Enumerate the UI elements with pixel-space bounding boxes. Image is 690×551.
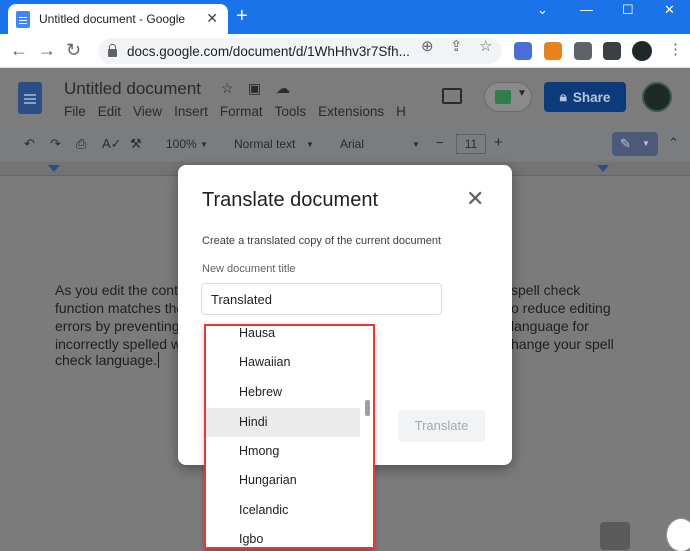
language-option-hebrew[interactable]: Hebrew [205,378,360,407]
cloud-status-icon[interactable]: ☁ [276,80,290,97]
chevron-up-icon[interactable]: ⌃ [668,135,679,151]
chevron-down-icon: ▼ [306,140,314,149]
chevron-down-icon: ▼ [642,139,650,148]
menu-bar: File Edit View Insert Format Tools Exten… [64,104,418,119]
menu-tools[interactable]: Tools [275,104,307,119]
url-text[interactable]: docs.google.com/document/d/1WhHhv3r7Sfh.… [127,44,427,59]
window-close-icon[interactable]: ✕ [664,2,675,18]
language-option-hindi[interactable]: Hindi [205,408,360,437]
chevron-down-icon: ▼ [412,140,420,149]
left-indent-marker[interactable] [48,165,60,172]
lock-icon [108,44,117,57]
translate-button[interactable]: Translate [398,410,485,442]
new-tab-button[interactable]: + [236,6,248,26]
document-text-line: errors by preventing [55,318,180,334]
maximize-icon[interactable]: ☐ [622,2,634,18]
menu-help[interactable]: H [396,104,406,119]
zoom-select[interactable]: 100% [166,137,197,151]
style-select[interactable]: Normal text [234,137,295,151]
increase-font-icon[interactable]: + [494,134,503,151]
language-option-hawaiian[interactable]: Hawaiian [205,348,360,377]
language-option-hausa[interactable]: Hausa [205,325,360,348]
share-button[interactable]: 🔒︎ Share [544,82,626,112]
share-page-icon[interactable]: ⇪ [450,37,463,55]
spellcheck-icon[interactable]: A✓ [102,136,122,152]
reload-icon[interactable]: ↻ [66,40,81,60]
profile-avatar-icon[interactable] [632,41,652,61]
document-title-input[interactable] [201,283,442,315]
decrease-font-icon[interactable]: − [436,135,444,150]
address-bar[interactable]: docs.google.com/document/d/1WhHhv3r7Sfh.… [98,38,502,64]
title-field-label: New document title [202,263,296,275]
language-option-icelandic[interactable]: Icelandic [205,496,360,525]
document-text-line: hange your spell [511,336,614,352]
document-text-line: o reduce editing [511,300,611,316]
menu-extensions[interactable]: Extensions [318,104,384,119]
extensions-puzzle-icon[interactable] [574,42,592,60]
pencil-icon: ✎ [620,136,631,151]
zoom-icon[interactable]: ⊕ [421,37,434,55]
chevron-down-icon: ▼ [517,88,527,99]
print-icon[interactable]: ⎙ [76,136,86,152]
tab-strip: Untitled document - Google Doc ✕ + ⌄ — ☐… [0,0,690,34]
formatting-toolbar: ↶ ↷ ⎙ A✓ ⚒ 100% ▼ Normal text ▼ Arial ▼ … [0,128,690,160]
dropdown-scrollbar[interactable] [365,400,370,416]
comment-history-icon[interactable] [442,88,462,104]
tab-close-icon[interactable]: ✕ [206,10,218,27]
back-icon[interactable]: ← [10,40,28,60]
bookmark-star-icon[interactable]: ☆ [479,37,492,55]
document-title[interactable]: Untitled document [64,79,201,99]
forward-icon[interactable]: → [38,40,56,60]
meet-camera-icon [495,90,511,104]
undo-icon[interactable]: ↶ [24,136,35,152]
document-text-line: incorrectly spelled w [55,336,182,352]
document-text-line: language for [511,318,589,334]
explore-button[interactable] [600,522,630,550]
menu-file[interactable]: File [64,104,86,119]
language-option-hungarian[interactable]: Hungarian [205,466,360,495]
dialog-description: Create a translated copy of the current … [202,235,442,247]
account-avatar[interactable] [642,82,672,112]
browser-toolbar: ← → ↻ docs.google.com/document/d/1WhHhv3… [0,34,690,68]
metamask-fox-icon[interactable] [544,42,562,60]
meet-button[interactable]: ▼ [484,82,532,112]
close-icon[interactable]: ✕ [466,187,484,211]
document-text-line: function matches the [55,300,185,316]
document-text-line: spell check [511,282,581,298]
editing-mode-button[interactable]: ✎ ▼ [612,132,658,156]
star-icon[interactable]: ☆ [221,80,234,97]
language-option-igbo[interactable]: Igbo [205,525,360,549]
docs-header: Untitled document ☆ ▣ ☁ File Edit View I… [0,68,690,126]
chrome-menu-icon[interactable]: ⋮ [668,40,683,58]
media-control-icon[interactable] [603,42,621,60]
tab-title: Untitled document - Google Doc [39,12,189,26]
tab-search-icon[interactable]: ⌄ [537,2,548,18]
lock-icon: 🔒︎ [559,89,567,104]
document-text-line: As you edit the conte [55,282,186,298]
font-size-input[interactable]: 11 [456,134,486,154]
minimize-icon[interactable]: — [580,2,593,17]
font-select[interactable]: Arial [340,137,364,151]
menu-view[interactable]: View [133,104,162,119]
chevron-down-icon: ▼ [200,140,208,149]
side-panel-toggle[interactable] [666,518,690,551]
paint-format-icon[interactable]: ⚒ [130,136,142,152]
docs-favicon-icon [16,10,30,28]
dialog-title: Translate document [202,189,379,211]
move-folder-icon[interactable]: ▣ [248,80,261,97]
language-dropdown[interactable]: Hausa Hawaiian Hebrew Hindi Hmong Hungar… [205,325,374,549]
menu-format[interactable]: Format [220,104,263,119]
docs-logo-icon[interactable] [18,82,42,114]
language-option-hmong[interactable]: Hmong [205,437,360,466]
browser-tab[interactable]: Untitled document - Google Doc ✕ [8,4,228,34]
menu-insert[interactable]: Insert [174,104,208,119]
redo-icon[interactable]: ↷ [50,136,61,152]
menu-edit[interactable]: Edit [98,104,121,119]
document-text-line: check language. [55,352,159,368]
extension-sliders-icon[interactable] [514,42,532,60]
share-label: Share [572,89,611,105]
right-indent-marker[interactable] [597,165,609,172]
